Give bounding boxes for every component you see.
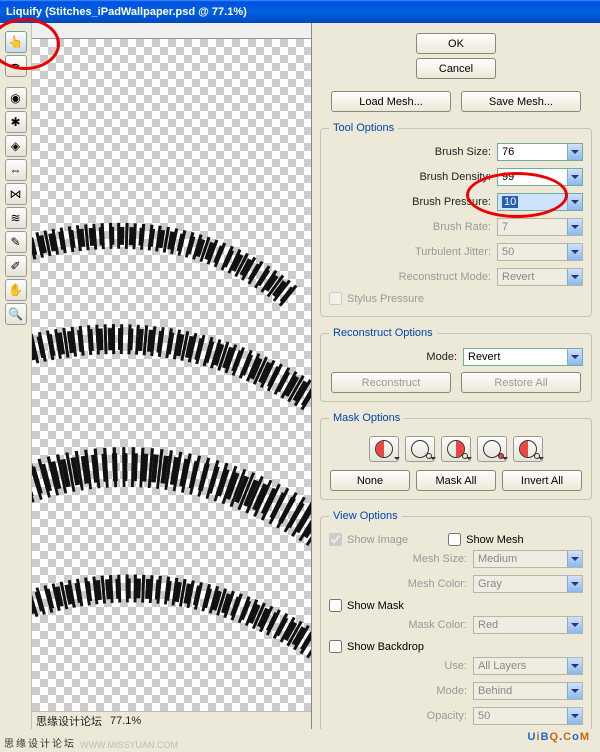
zoom-level[interactable]: 77.1% bbox=[110, 715, 141, 727]
mesh-size-select: Medium bbox=[473, 550, 583, 568]
status-site: 思缘设计论坛 bbox=[36, 713, 102, 729]
cancel-button[interactable]: Cancel bbox=[416, 58, 496, 79]
tool-hand[interactable]: ✋ bbox=[5, 279, 27, 301]
brush-density-label: Brush Density: bbox=[329, 171, 491, 183]
invert-all-button[interactable]: Invert All bbox=[502, 470, 582, 491]
watermark: UiBQ.CoM bbox=[528, 720, 590, 746]
tool-twirl[interactable]: ◉ bbox=[5, 87, 27, 109]
mask-all-button[interactable]: Mask All bbox=[416, 470, 496, 491]
mask-legend: Mask Options bbox=[329, 412, 404, 424]
tool-palette: 👆 ✒ ◉ ✱ ◈ ⇔ ⋈ ≋ ✎ ✐ ✋ 🔍 bbox=[0, 23, 32, 729]
backdrop-use-select: All Layers bbox=[473, 657, 583, 675]
brush-rate-label: Brush Rate: bbox=[329, 221, 491, 233]
tool-reconstruct[interactable]: ✒ bbox=[5, 55, 27, 77]
turbulent-jitter-select: 50 bbox=[497, 243, 583, 261]
footer-site: 思缘设计论坛 bbox=[4, 735, 76, 750]
tool-pucker[interactable]: ✱ bbox=[5, 111, 27, 133]
reconstruct-mode-select: Revert bbox=[497, 268, 583, 286]
reconstruct-mode-label: Reconstruct Mode: bbox=[329, 271, 491, 283]
footer-url: WWW.MISSYUAN.COM bbox=[80, 740, 178, 750]
view-options-group: View Options Show Image Show Mesh Mesh S… bbox=[320, 510, 592, 729]
mask-options-group: Mask Options None Mask All Invert All bbox=[320, 412, 592, 500]
mask-color-label: Mask Color: bbox=[329, 619, 467, 631]
brush-pressure-label: Brush Pressure: bbox=[329, 196, 491, 208]
status-bar: 思缘设计论坛 77.1% bbox=[32, 711, 311, 729]
mask-add-icon[interactable] bbox=[405, 436, 435, 462]
tool-push-left[interactable]: ⇔ bbox=[5, 159, 27, 181]
backdrop-opacity-label: Opacity: bbox=[329, 710, 467, 722]
backdrop-mode-label: Mode: bbox=[329, 685, 467, 697]
show-mesh-checkbox[interactable]: Show Mesh bbox=[448, 533, 523, 546]
ruler-horizontal bbox=[32, 23, 311, 39]
mesh-color-label: Mesh Color: bbox=[329, 578, 467, 590]
mode-label: Mode: bbox=[329, 351, 457, 363]
tool-freeze-mask[interactable]: ✎ bbox=[5, 231, 27, 253]
brush-rate-select: 7 bbox=[497, 218, 583, 236]
stitches-artwork bbox=[32, 39, 311, 711]
mask-invert-icon[interactable] bbox=[513, 436, 543, 462]
mask-replace-icon[interactable] bbox=[369, 436, 399, 462]
reconstruct-legend: Reconstruct Options bbox=[329, 327, 437, 339]
tool-mirror[interactable]: ⋈ bbox=[5, 183, 27, 205]
tool-options-legend: Tool Options bbox=[329, 122, 398, 134]
load-mesh-button[interactable]: Load Mesh... bbox=[331, 91, 451, 112]
reconstruct-mode-dropdown[interactable]: Revert bbox=[463, 348, 583, 366]
mask-subtract-icon[interactable] bbox=[441, 436, 471, 462]
stylus-pressure-checkbox: Stylus Pressure bbox=[329, 292, 583, 305]
tool-options-group: Tool Options Brush Size: 76 Brush Densit… bbox=[320, 122, 592, 317]
show-mask-checkbox[interactable]: Show Mask bbox=[329, 599, 583, 612]
brush-density-select[interactable]: 99 bbox=[497, 168, 583, 186]
tool-thaw-mask[interactable]: ✐ bbox=[5, 255, 27, 277]
window-title: Liquify (Stitches_iPadWallpaper.psd @ 77… bbox=[6, 6, 247, 18]
canvas-area: 思缘设计论坛 77.1% bbox=[32, 23, 312, 729]
brush-pressure-select[interactable]: 10 bbox=[497, 193, 583, 211]
document-canvas[interactable] bbox=[32, 39, 311, 711]
mesh-color-select: Gray bbox=[473, 575, 583, 593]
reconstruct-options-group: Reconstruct Options Mode: Revert Reconst… bbox=[320, 327, 592, 402]
turbulent-jitter-label: Turbulent Jitter: bbox=[329, 246, 491, 258]
show-image-checkbox: Show Image bbox=[329, 533, 408, 546]
tool-zoom[interactable]: 🔍 bbox=[5, 303, 27, 325]
tool-turbulence[interactable]: ≋ bbox=[5, 207, 27, 229]
reconstruct-button: Reconstruct bbox=[331, 372, 451, 393]
ok-button[interactable]: OK bbox=[416, 33, 496, 54]
mask-intersect-icon[interactable] bbox=[477, 436, 507, 462]
brush-size-label: Brush Size: bbox=[329, 146, 491, 158]
save-mesh-button[interactable]: Save Mesh... bbox=[461, 91, 581, 112]
mask-color-select: Red bbox=[473, 616, 583, 634]
backdrop-use-label: Use: bbox=[329, 660, 467, 672]
backdrop-mode-select: Behind bbox=[473, 682, 583, 700]
tool-forward-warp[interactable]: 👆 bbox=[5, 31, 27, 53]
view-legend: View Options bbox=[329, 510, 402, 522]
tool-bloat[interactable]: ◈ bbox=[5, 135, 27, 157]
mask-none-button[interactable]: None bbox=[330, 470, 410, 491]
mesh-size-label: Mesh Size: bbox=[329, 553, 467, 565]
title-bar: Liquify (Stitches_iPadWallpaper.psd @ 77… bbox=[0, 0, 600, 23]
restore-all-button: Restore All bbox=[461, 372, 581, 393]
options-panel: OK Cancel Load Mesh... Save Mesh... Tool… bbox=[312, 23, 600, 729]
show-backdrop-checkbox[interactable]: Show Backdrop bbox=[329, 640, 583, 653]
brush-size-select[interactable]: 76 bbox=[497, 143, 583, 161]
